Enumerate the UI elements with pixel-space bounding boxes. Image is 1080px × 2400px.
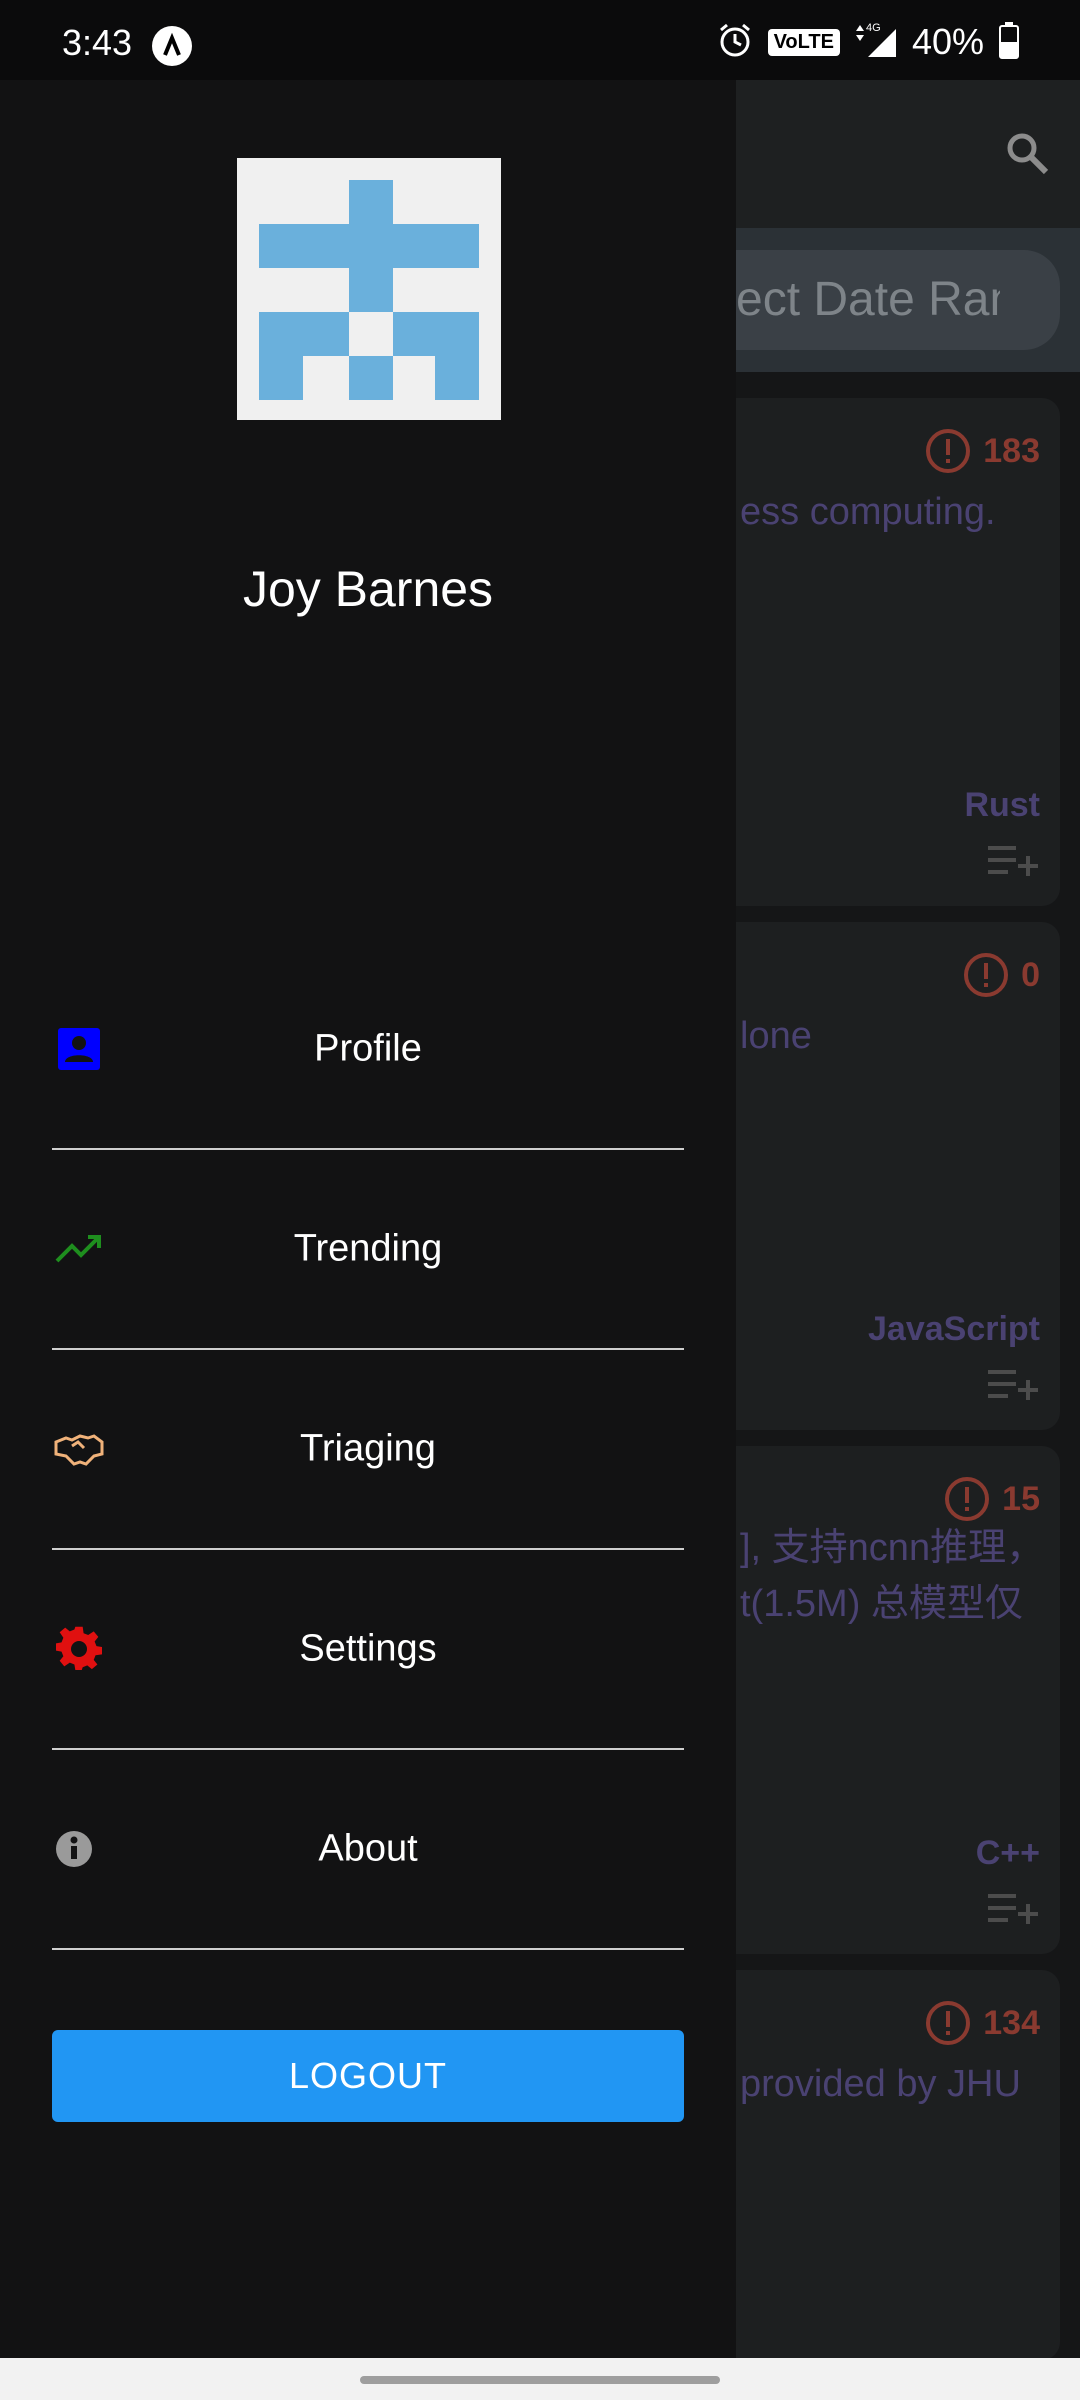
status-icons: VoLTE 4G 40% bbox=[716, 20, 1020, 64]
issue-icon bbox=[964, 953, 1009, 997]
status-bar: 3:43 VoLTE 4G 40% bbox=[0, 0, 1080, 80]
issue-count: 134 bbox=[925, 2000, 1040, 2046]
add-to-list-icon[interactable] bbox=[986, 1366, 1040, 1402]
system-navigation-bar bbox=[0, 2358, 1080, 2400]
repo-description: ess computing. bbox=[740, 491, 996, 533]
alarm-icon bbox=[716, 21, 754, 64]
menu-item-trending[interactable]: Trending bbox=[52, 1150, 684, 1350]
add-to-list-icon[interactable] bbox=[986, 1890, 1040, 1926]
menu-item-label: Settings bbox=[299, 1627, 437, 1670]
add-to-list-icon[interactable] bbox=[986, 842, 1040, 878]
menu-item-label: About bbox=[318, 1827, 418, 1870]
repo-card[interactable]: 134 provided by JHU bbox=[700, 1970, 1060, 2360]
menu-item-triaging[interactable]: Triaging bbox=[52, 1350, 684, 1550]
svg-text:4G: 4G bbox=[866, 22, 881, 34]
logout-button[interactable]: LOGOUT bbox=[52, 2030, 684, 2122]
battery-icon bbox=[998, 21, 1020, 64]
repo-card[interactable]: 15 ], 支持ncnn推理， t(1.5M) 总模型仅 C++ bbox=[700, 1446, 1060, 1954]
menu-item-about[interactable]: About bbox=[52, 1750, 684, 1950]
repo-language: C++ bbox=[975, 1834, 1040, 1872]
menu-item-settings[interactable]: Settings bbox=[52, 1550, 684, 1750]
navigation-drawer: Joy Barnes Profile Trending Triaging Set… bbox=[0, 80, 736, 2358]
battery-percent: 40% bbox=[911, 21, 984, 62]
issue-count-value: 0 bbox=[1021, 955, 1040, 994]
issue-count-value: 15 bbox=[1002, 1479, 1040, 1518]
menu-item-label: Triaging bbox=[300, 1427, 436, 1470]
issue-icon bbox=[926, 2001, 971, 2045]
date-range-placeholder: ect Date Ran bbox=[736, 273, 1000, 326]
menu-item-profile[interactable]: Profile bbox=[52, 950, 684, 1150]
repo-language: JavaScript bbox=[868, 1310, 1040, 1348]
repo-card[interactable]: 183 ess computing. Rust bbox=[700, 398, 1060, 906]
signal-icon: 4G bbox=[854, 21, 898, 64]
menu-item-label: Trending bbox=[293, 1227, 443, 1270]
status-time: 3:43 bbox=[62, 22, 133, 63]
repo-language: Rust bbox=[964, 786, 1040, 824]
identicon-image bbox=[259, 180, 479, 400]
repo-description-line-2: t(1.5M) 总模型仅 bbox=[740, 1583, 1023, 1625]
issue-count: 15 bbox=[944, 1476, 1040, 1522]
menu-item-label: Profile bbox=[314, 1027, 422, 1070]
issue-count-value: 134 bbox=[983, 2003, 1040, 2042]
user-name: Joy Barnes bbox=[242, 561, 494, 617]
issue-icon bbox=[926, 429, 971, 473]
repo-description-line-1: ], 支持ncnn推理， bbox=[740, 1527, 1040, 1569]
avatar[interactable] bbox=[237, 158, 501, 420]
issue-count: 183 bbox=[925, 428, 1040, 474]
volte-badge: VoLTE bbox=[767, 28, 840, 56]
repo-card[interactable]: 0 lone JavaScript bbox=[700, 922, 1060, 1430]
repo-description: lone bbox=[740, 1015, 812, 1057]
search-icon[interactable] bbox=[1004, 130, 1050, 176]
home-gesture-handle[interactable] bbox=[360, 2376, 720, 2384]
repo-description: provided by JHU bbox=[740, 2063, 1021, 2105]
issue-icon bbox=[945, 1477, 990, 1521]
issue-count: 0 bbox=[963, 952, 1040, 998]
issue-count-value: 183 bbox=[983, 431, 1040, 470]
notification-app-icon bbox=[152, 26, 192, 66]
